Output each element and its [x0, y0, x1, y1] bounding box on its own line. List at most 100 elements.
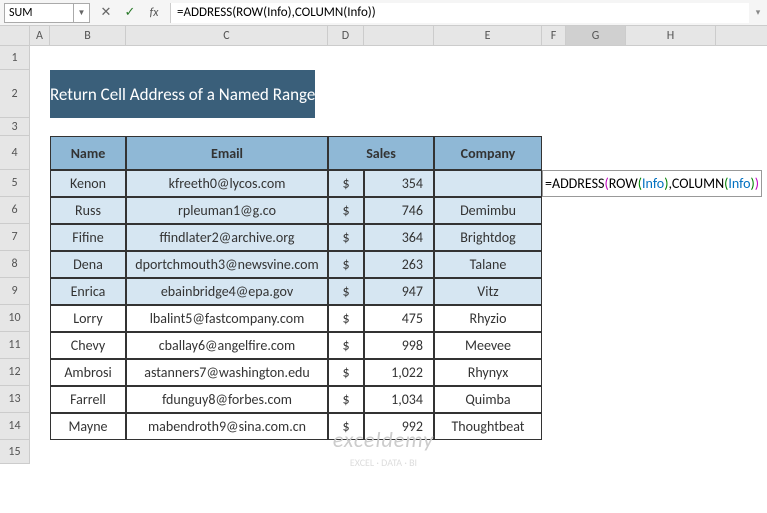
cell-sales[interactable]: 475 — [364, 305, 434, 332]
table-row: 5 Kenonkfreeth0@lycos.com$354 =ADDRESS(ROW… — [0, 170, 767, 197]
cell-company[interactable]: Meevee — [434, 332, 542, 359]
name-box: ▼ — [0, 3, 94, 23]
row-header[interactable]: 11 — [0, 332, 30, 359]
cell-currency[interactable]: $ — [328, 413, 364, 440]
name-box-input[interactable] — [4, 3, 74, 23]
formula-overlay[interactable]: =ADDRESS(ROW(Info),COLUMN(Info)) — [542, 170, 762, 197]
column-header[interactable]: C — [126, 26, 328, 45]
cell-company[interactable]: Brightdog — [434, 224, 542, 251]
table-row: 9 Enricaebainbridge4@epa.gov$947Vitz — [0, 278, 767, 305]
row-header[interactable]: 14 — [0, 413, 30, 440]
cell-sales[interactable]: 1,034 — [364, 386, 434, 413]
cell-currency[interactable]: $ — [328, 332, 364, 359]
name-box-dropdown-icon[interactable]: ▼ — [74, 3, 90, 23]
cell-sales[interactable]: 364 — [364, 224, 434, 251]
cell-currency[interactable]: $ — [328, 359, 364, 386]
cell-company[interactable]: Rhynyx — [434, 359, 542, 386]
formula-input[interactable] — [170, 3, 749, 23]
table-row: 10 Lorrylbalint5@fastcompany.com$475Rhyzi… — [0, 305, 767, 332]
cell-name[interactable]: Ambrosi — [50, 359, 126, 386]
cell-name[interactable]: Farrell — [50, 386, 126, 413]
table-header-name[interactable]: Name — [50, 136, 126, 170]
cell-currency[interactable]: $ — [328, 170, 364, 197]
column-header[interactable]: D — [328, 26, 364, 45]
row-header[interactable]: 2 — [0, 70, 30, 118]
cell-company[interactable]: Rhyzio — [434, 305, 542, 332]
accept-formula-icon[interactable]: ✓ — [118, 3, 142, 23]
table-row: 6 Russrpleuman1@g.co$746Demimbu — [0, 197, 767, 224]
fx-icon[interactable]: fx — [142, 3, 166, 23]
row-header[interactable]: 4 — [0, 136, 30, 170]
cell-company[interactable]: Talane — [434, 251, 542, 278]
table-header-company[interactable]: Company — [434, 136, 542, 170]
row-header[interactable]: 9 — [0, 278, 30, 305]
cell-currency[interactable]: $ — [328, 305, 364, 332]
row-header[interactable]: 5 — [0, 170, 30, 197]
cell-name[interactable]: Lorry — [50, 305, 126, 332]
cell-name[interactable]: Fifine — [50, 224, 126, 251]
table-row: 8 Denadportchmouth3@newsvine.com$263Talan… — [0, 251, 767, 278]
column-header[interactable]: A — [30, 26, 50, 45]
row-header[interactable]: 1 — [0, 46, 30, 70]
cell-sales[interactable]: 998 — [364, 332, 434, 359]
cell-currency[interactable]: $ — [328, 224, 364, 251]
spreadsheet-grid: A B C D E F G H 1 2 Return Cell Address … — [0, 26, 767, 464]
cell-name[interactable]: Chevy — [50, 332, 126, 359]
cell-company[interactable]: Quimba — [434, 386, 542, 413]
cell-email[interactable]: astanners7@washington.edu — [126, 359, 328, 386]
table-row: 7 Fifineffindlater2@archive.org$364Bright… — [0, 224, 767, 251]
cell-name[interactable]: Russ — [50, 197, 126, 224]
row-header[interactable]: 7 — [0, 224, 30, 251]
cell-email[interactable]: fdunguy8@forbes.com — [126, 386, 328, 413]
cell-sales[interactable]: 947 — [364, 278, 434, 305]
cell-sales[interactable]: 263 — [364, 251, 434, 278]
column-header[interactable]: E — [434, 26, 542, 45]
page-title: Return Cell Address of a Named Range — [50, 70, 315, 118]
cell-sales[interactable]: 992 — [364, 413, 434, 440]
table-row: 14 Maynemabendroth9@sina.com.cn$992Though… — [0, 413, 767, 440]
cell-email[interactable]: lbalint5@fastcompany.com — [126, 305, 328, 332]
cell-email[interactable]: ebainbridge4@epa.gov — [126, 278, 328, 305]
cell-currency[interactable]: $ — [328, 197, 364, 224]
row-header[interactable]: 12 — [0, 359, 30, 386]
cell-email[interactable]: rpleuman1@g.co — [126, 197, 328, 224]
cancel-formula-icon[interactable]: ✕ — [94, 3, 118, 23]
column-header[interactable]: H — [626, 26, 716, 45]
cell-sales[interactable]: 746 — [364, 197, 434, 224]
column-header[interactable]: B — [50, 26, 126, 45]
cell-company[interactable]: Vitz — [434, 278, 542, 305]
expand-formula-bar-icon[interactable]: ▾ — [749, 7, 767, 18]
cell-currency[interactable]: $ — [328, 278, 364, 305]
column-header[interactable]: G — [566, 26, 626, 45]
row-header[interactable]: 6 — [0, 197, 30, 224]
column-header[interactable]: F — [542, 26, 566, 45]
cell-company[interactable]: Demimbu — [434, 197, 542, 224]
cell-email[interactable]: mabendroth9@sina.com.cn — [126, 413, 328, 440]
select-all-corner[interactable] — [0, 26, 30, 45]
cell-name[interactable]: Enrica — [50, 278, 126, 305]
cell-name[interactable]: Kenon — [50, 170, 126, 197]
cell-email[interactable]: kfreeth0@lycos.com — [126, 170, 328, 197]
cell-sales[interactable]: 1,022 — [364, 359, 434, 386]
cell-email[interactable]: cballay6@angelfire.com — [126, 332, 328, 359]
table-header-email[interactable]: Email — [126, 136, 328, 170]
cell-currency[interactable]: $ — [328, 386, 364, 413]
row-header[interactable]: 10 — [0, 305, 30, 332]
column-header[interactable] — [364, 26, 434, 45]
cell-email[interactable]: dportchmouth3@newsvine.com — [126, 251, 328, 278]
column-headers: A B C D E F G H — [0, 26, 767, 46]
row-header[interactable]: 15 — [0, 440, 30, 464]
table-row: 12 Ambrosiastanners7@washington.edu$1,022… — [0, 359, 767, 386]
cell-company[interactable] — [434, 170, 542, 197]
cell-company[interactable]: Thoughtbeat — [434, 413, 542, 440]
cell-name[interactable]: Dena — [50, 251, 126, 278]
cell-currency[interactable]: $ — [328, 251, 364, 278]
row-header[interactable]: 13 — [0, 386, 30, 413]
cell-email[interactable]: ffindlater2@archive.org — [126, 224, 328, 251]
formula-bar: ▼ ✕ ✓ fx ▾ — [0, 0, 767, 26]
table-header-sales[interactable]: Sales — [328, 136, 434, 170]
cell-sales[interactable]: 354 — [364, 170, 434, 197]
row-header[interactable]: 8 — [0, 251, 30, 278]
row-header[interactable]: 3 — [0, 118, 30, 136]
cell-name[interactable]: Mayne — [50, 413, 126, 440]
